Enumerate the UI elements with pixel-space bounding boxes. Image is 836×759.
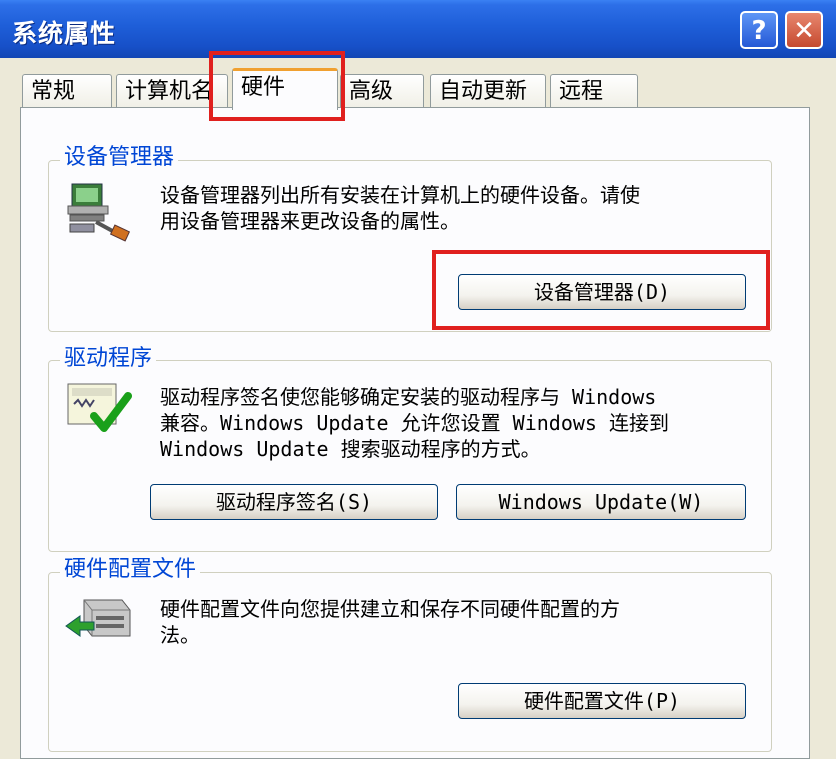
hardware-profiles-description-line1: 硬件配置文件向您提供建立和保存不同硬件配置的方 [160,597,620,621]
drivers-description-line3: Windows Update 搜索驱动程序的方式。 [160,437,541,461]
help-button[interactable]: ? [740,11,778,49]
device-manager-icon [67,183,131,242]
hardware-profiles-description-line2: 法。 [160,623,200,647]
windows-update-button[interactable]: Windows Update(W) [456,484,746,520]
device-manager-group-label: 设备管理器 [60,145,179,171]
hardware-tab-highlight [209,51,345,121]
hardware-profiles-group-label: 硬件配置文件 [60,557,201,583]
driver-signing-icon [67,383,132,432]
tab-advanced[interactable]: 高级 [340,74,424,108]
tab-general[interactable]: 常规 [22,74,112,108]
window-title: 系统属性 [12,19,117,48]
drivers-group-label: 驱动程序 [60,346,157,372]
hardware-profile-icon [65,599,131,637]
drivers-description-line1: 驱动程序签名使您能够确定安装的驱动程序与 Windows [160,385,657,409]
tab-remote[interactable]: 远程 [550,74,638,108]
device-manager-description-line2: 用设备管理器来更改设备的属性。 [160,209,460,233]
device-manager-description-line1: 设备管理器列出所有安装在计算机上的硬件设备。请使 [160,183,640,207]
driver-signing-button[interactable]: 驱动程序签名(S) [150,484,438,520]
hardware-profiles-button[interactable]: 硬件配置文件(P) [458,683,746,719]
title-bar[interactable]: 系统属性 ? ✕ [0,0,836,58]
close-button[interactable]: ✕ [785,11,823,49]
drivers-description-line2: 兼容。Windows Update 允许您设置 Windows 连接到 [160,411,669,435]
tab-automatic-updates[interactable]: 自动更新 [430,74,546,108]
device-manager-button-highlight [432,250,770,330]
